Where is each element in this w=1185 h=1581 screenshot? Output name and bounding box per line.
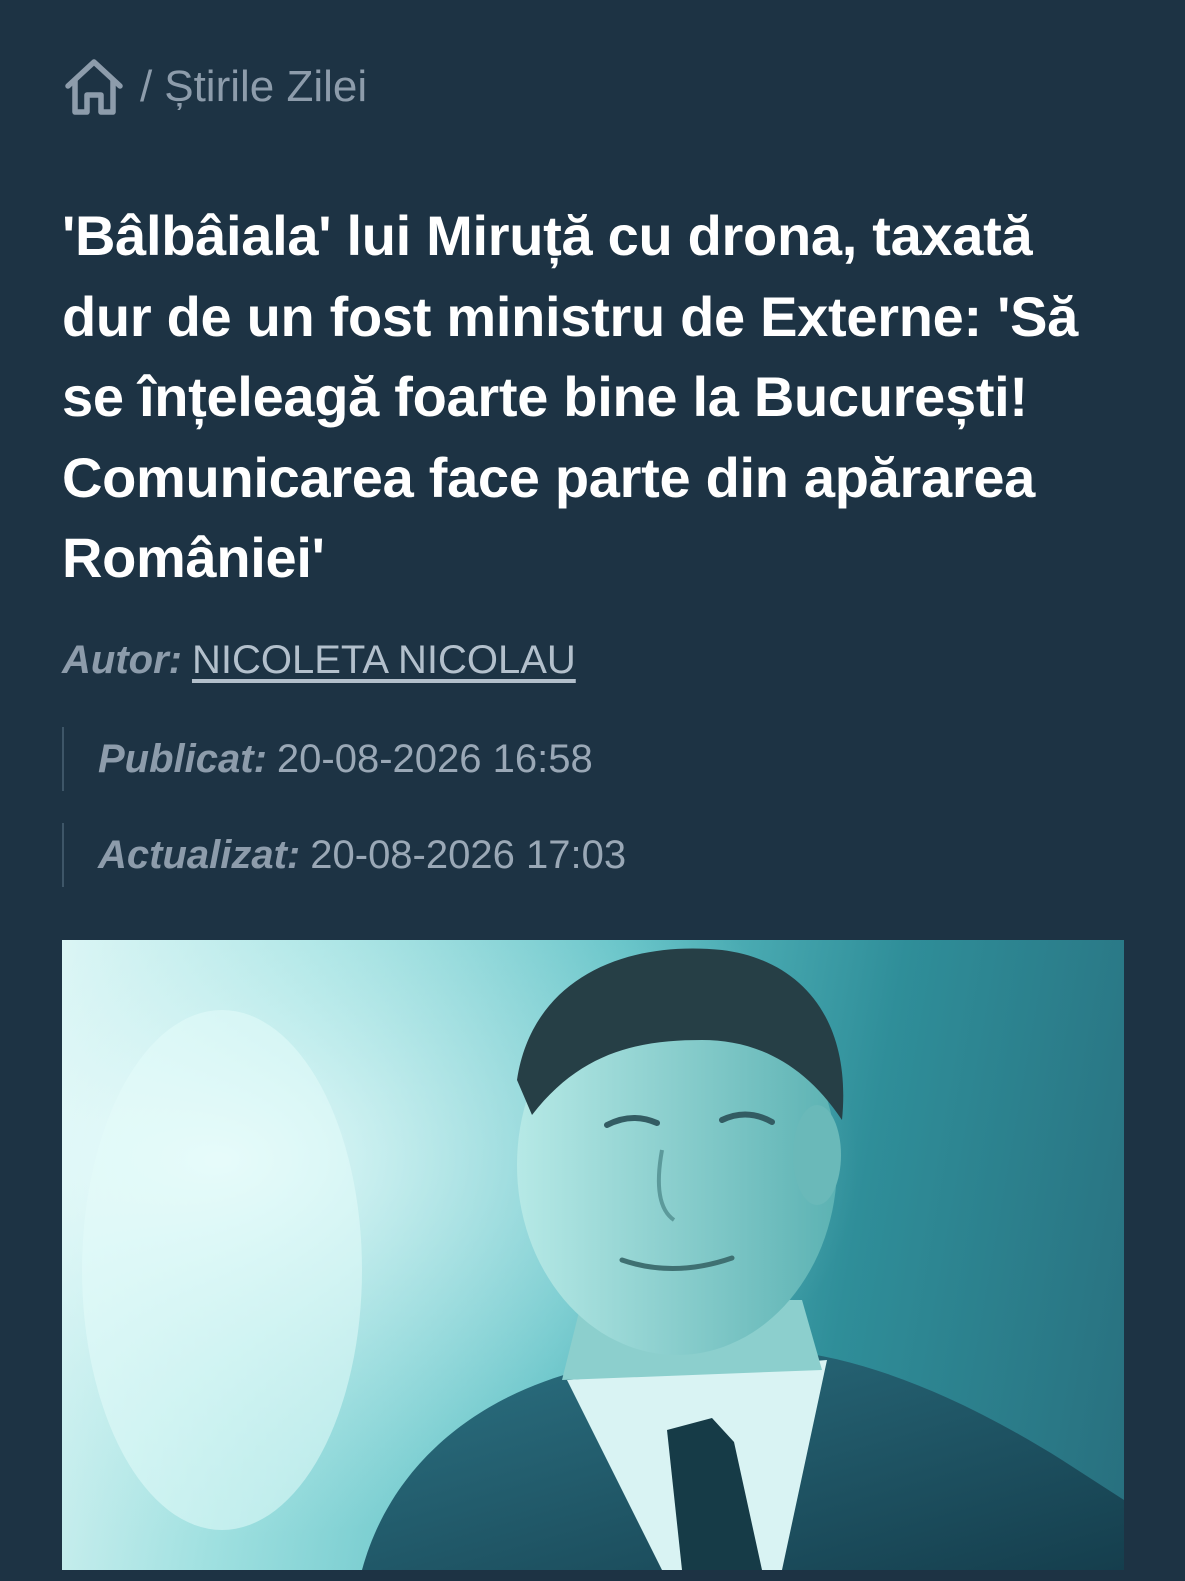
- author-link[interactable]: NICOLETA NICOLAU: [192, 638, 576, 682]
- article-title: 'Bâlbâiala' lui Miruță cu drona, taxată …: [62, 204, 1078, 589]
- published-row: Publicat: 20-08-2026 16:58: [62, 727, 593, 791]
- author-line: Autor: NICOLETA NICOLAU: [62, 640, 576, 680]
- breadcrumb: / Știrile Zilei: [62, 54, 367, 120]
- published-date: 20-08-2026 16:58: [276, 736, 593, 781]
- hero-photo: [62, 940, 1124, 1570]
- published-label: Publicat:: [98, 736, 267, 781]
- home-link[interactable]: [62, 55, 126, 119]
- article-page: / Știrile Zilei 'Bâlbâiala' lui Miruță c…: [0, 0, 1185, 1581]
- breadcrumb-current-section[interactable]: Știrile Zilei: [164, 65, 367, 109]
- updated-row: Actualizat: 20-08-2026 17:03: [62, 823, 626, 887]
- updated-date: 20-08-2026 17:03: [310, 832, 627, 877]
- updated-label: Actualizat:: [98, 832, 301, 877]
- article-hero-image[interactable]: [62, 940, 1124, 1570]
- home-icon[interactable]: [62, 55, 126, 119]
- author-label: Autor:: [62, 638, 182, 682]
- breadcrumb-separator: /: [140, 62, 153, 111]
